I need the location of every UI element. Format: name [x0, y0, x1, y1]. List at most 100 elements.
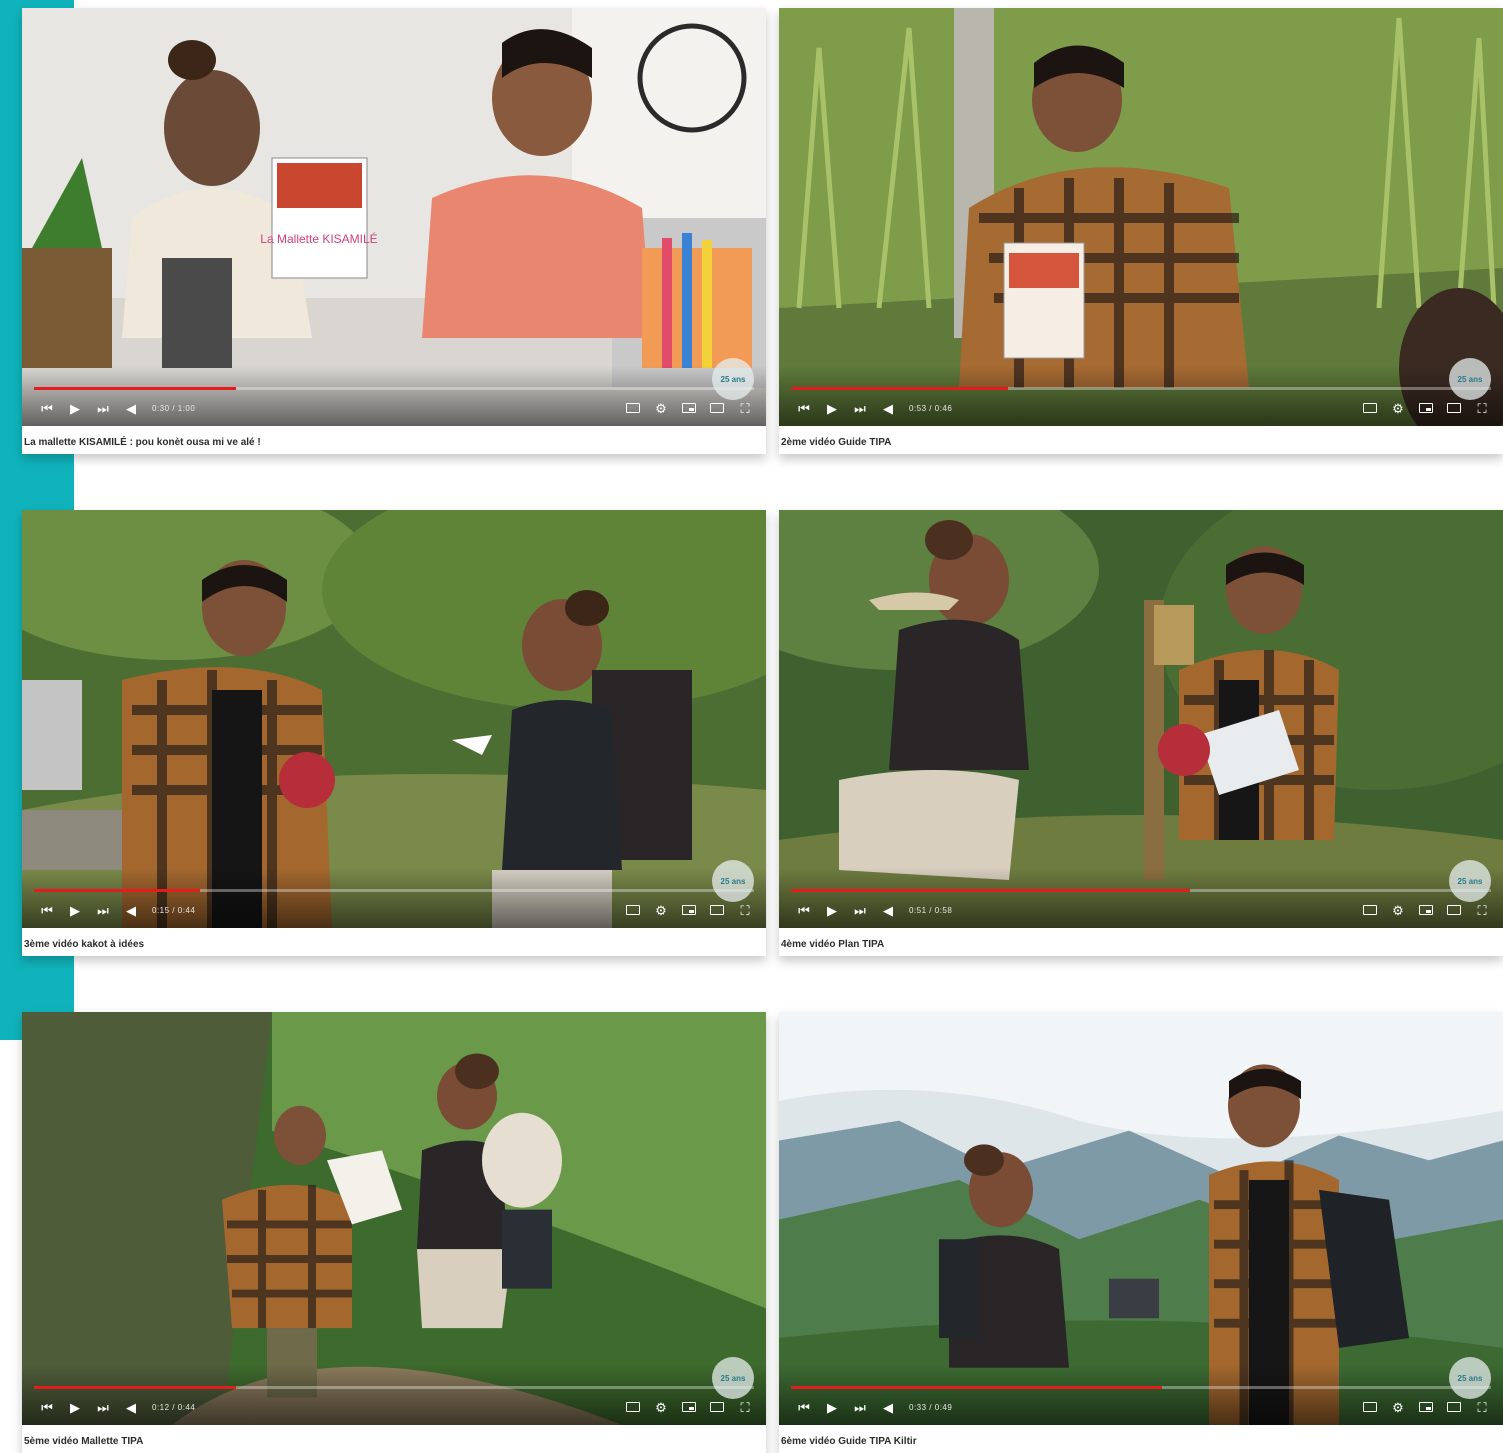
- video-player[interactable]: 25 ans ⏮ ▶ ⏭ ◀ 0:53 / 0:46 ⚙ ⛶: [779, 8, 1503, 426]
- fullscreen-icon[interactable]: ⛶: [1475, 399, 1489, 417]
- fullscreen-icon[interactable]: ⛶: [738, 1398, 752, 1416]
- video-thumbnail: [779, 1012, 1503, 1425]
- miniplayer-icon[interactable]: [1419, 901, 1433, 919]
- skip-next-icon[interactable]: ⏭: [853, 901, 867, 919]
- skip-previous-icon[interactable]: ⏮: [40, 901, 54, 919]
- gear-icon[interactable]: ⚙: [654, 399, 668, 417]
- progress-bar[interactable]: [791, 387, 1491, 390]
- video-player[interactable]: La Mallette KISAMILÉ 25 ans ⏮ ▶ ⏭ ◀ 0:30…: [22, 8, 766, 426]
- channel-watermark: 25 ans: [712, 860, 754, 902]
- fullscreen-icon[interactable]: ⛶: [738, 901, 752, 919]
- video-title[interactable]: 5ème vidéo Mallette TIPA: [24, 1436, 143, 1447]
- skip-previous-icon[interactable]: ⏮: [40, 1398, 54, 1416]
- video-card[interactable]: 25 ans ⏮ ▶ ⏭ ◀ 0:15 / 0:44 ⚙ ⛶ 3ème vidé…: [22, 510, 766, 956]
- time-display: 0:15 / 0:44: [152, 905, 196, 915]
- video-player[interactable]: 25 ans ⏮ ▶ ⏭ ◀ 0:12 / 0:44 ⚙ ⛶: [22, 1012, 766, 1425]
- time-display: 0:53 / 0:46: [909, 403, 953, 413]
- progress-bar[interactable]: [34, 387, 754, 390]
- book-text: La Mallette KISAMILÉ: [260, 231, 377, 246]
- video-title[interactable]: 6ème vidéo Guide TIPA Kiltir: [781, 1436, 917, 1447]
- theater-icon[interactable]: [1447, 1398, 1461, 1416]
- play-icon[interactable]: ▶: [68, 399, 82, 417]
- skip-next-icon[interactable]: ⏭: [96, 1398, 110, 1416]
- skip-previous-icon[interactable]: ⏮: [797, 901, 811, 919]
- theater-icon[interactable]: [1447, 399, 1461, 417]
- progress-fill: [34, 889, 200, 892]
- channel-watermark: 25 ans: [1449, 860, 1491, 902]
- volume-icon[interactable]: ◀: [124, 399, 138, 417]
- gear-icon[interactable]: ⚙: [654, 1398, 668, 1416]
- video-thumbnail: [779, 8, 1503, 426]
- video-card[interactable]: La Mallette KISAMILÉ 25 ans ⏮ ▶ ⏭ ◀ 0:30…: [22, 8, 766, 454]
- progress-bar[interactable]: [34, 889, 754, 892]
- fullscreen-icon[interactable]: ⛶: [1475, 901, 1489, 919]
- progress-bar[interactable]: [791, 1386, 1491, 1389]
- progress-fill: [34, 1386, 236, 1389]
- miniplayer-icon[interactable]: [1419, 1398, 1433, 1416]
- video-thumbnail: [22, 510, 766, 928]
- volume-icon[interactable]: ◀: [881, 399, 895, 417]
- subtitles-icon[interactable]: [626, 1398, 640, 1416]
- fullscreen-icon[interactable]: ⛶: [738, 399, 752, 417]
- progress-fill: [791, 889, 1190, 892]
- video-player[interactable]: 25 ans ⏮ ▶ ⏭ ◀ 0:33 / 0:49 ⚙ ⛶: [779, 1012, 1503, 1425]
- video-player[interactable]: 25 ans ⏮ ▶ ⏭ ◀ 0:51 / 0:58 ⚙ ⛶: [779, 510, 1503, 928]
- miniplayer-icon[interactable]: [682, 901, 696, 919]
- time-display: 0:51 / 0:58: [909, 905, 953, 915]
- video-card[interactable]: 25 ans ⏮ ▶ ⏭ ◀ 0:12 / 0:44 ⚙ ⛶ 5ème vidé…: [22, 1012, 766, 1453]
- video-card[interactable]: 25 ans ⏮ ▶ ⏭ ◀ 0:33 / 0:49 ⚙ ⛶ 6ème vidé…: [779, 1012, 1503, 1453]
- theater-icon[interactable]: [710, 901, 724, 919]
- skip-previous-icon[interactable]: ⏮: [797, 1398, 811, 1416]
- time-display: 0:33 / 0:49: [909, 1402, 953, 1412]
- subtitles-icon[interactable]: [1363, 399, 1377, 417]
- video-card[interactable]: 25 ans ⏮ ▶ ⏭ ◀ 0:51 / 0:58 ⚙ ⛶ 4ème vidé…: [779, 510, 1503, 956]
- volume-icon[interactable]: ◀: [124, 1398, 138, 1416]
- theater-icon[interactable]: [710, 399, 724, 417]
- fullscreen-icon[interactable]: ⛶: [1475, 1398, 1489, 1416]
- skip-next-icon[interactable]: ⏭: [96, 901, 110, 919]
- play-icon[interactable]: ▶: [68, 1398, 82, 1416]
- theater-icon[interactable]: [1447, 901, 1461, 919]
- volume-icon[interactable]: ◀: [124, 901, 138, 919]
- video-card[interactable]: 25 ans ⏮ ▶ ⏭ ◀ 0:53 / 0:46 ⚙ ⛶ 2ème vidé…: [779, 8, 1503, 454]
- gear-icon[interactable]: ⚙: [654, 901, 668, 919]
- volume-icon[interactable]: ◀: [881, 901, 895, 919]
- video-title[interactable]: 3ème vidéo kakot à idées: [24, 939, 144, 950]
- skip-previous-icon[interactable]: ⏮: [797, 399, 811, 417]
- video-thumbnail: [22, 1012, 766, 1425]
- miniplayer-icon[interactable]: [682, 399, 696, 417]
- skip-next-icon[interactable]: ⏭: [853, 399, 867, 417]
- video-title[interactable]: 2ème vidéo Guide TIPA: [781, 437, 891, 448]
- video-thumbnail: La Mallette KISAMILÉ: [22, 8, 766, 426]
- progress-bar[interactable]: [791, 889, 1491, 892]
- play-icon[interactable]: ▶: [825, 901, 839, 919]
- subtitles-icon[interactable]: [1363, 901, 1377, 919]
- video-title[interactable]: 4ème vidéo Plan TIPA: [781, 939, 884, 950]
- subtitles-icon[interactable]: [626, 901, 640, 919]
- channel-watermark: 25 ans: [712, 1357, 754, 1399]
- subtitles-icon[interactable]: [1363, 1398, 1377, 1416]
- video-title[interactable]: La mallette KISAMILÉ : pou konèt ousa mi…: [24, 437, 261, 448]
- play-icon[interactable]: ▶: [825, 399, 839, 417]
- skip-previous-icon[interactable]: ⏮: [40, 399, 54, 417]
- volume-icon[interactable]: ◀: [881, 1398, 895, 1416]
- gear-icon[interactable]: ⚙: [1391, 1398, 1405, 1416]
- skip-next-icon[interactable]: ⏭: [853, 1398, 867, 1416]
- time-display: 0:30 / 1:00: [152, 403, 196, 413]
- subtitles-icon[interactable]: [626, 399, 640, 417]
- progress-bar[interactable]: [34, 1386, 754, 1389]
- channel-watermark: 25 ans: [1449, 1357, 1491, 1399]
- channel-watermark: 25 ans: [1449, 358, 1491, 400]
- progress-fill: [34, 387, 236, 390]
- skip-next-icon[interactable]: ⏭: [96, 399, 110, 417]
- gear-icon[interactable]: ⚙: [1391, 399, 1405, 417]
- theater-icon[interactable]: [710, 1398, 724, 1416]
- miniplayer-icon[interactable]: [682, 1398, 696, 1416]
- play-icon[interactable]: ▶: [68, 901, 82, 919]
- miniplayer-icon[interactable]: [1419, 399, 1433, 417]
- gear-icon[interactable]: ⚙: [1391, 901, 1405, 919]
- play-icon[interactable]: ▶: [825, 1398, 839, 1416]
- video-player[interactable]: 25 ans ⏮ ▶ ⏭ ◀ 0:15 / 0:44 ⚙ ⛶: [22, 510, 766, 928]
- time-display: 0:12 / 0:44: [152, 1402, 196, 1412]
- progress-fill: [791, 387, 1008, 390]
